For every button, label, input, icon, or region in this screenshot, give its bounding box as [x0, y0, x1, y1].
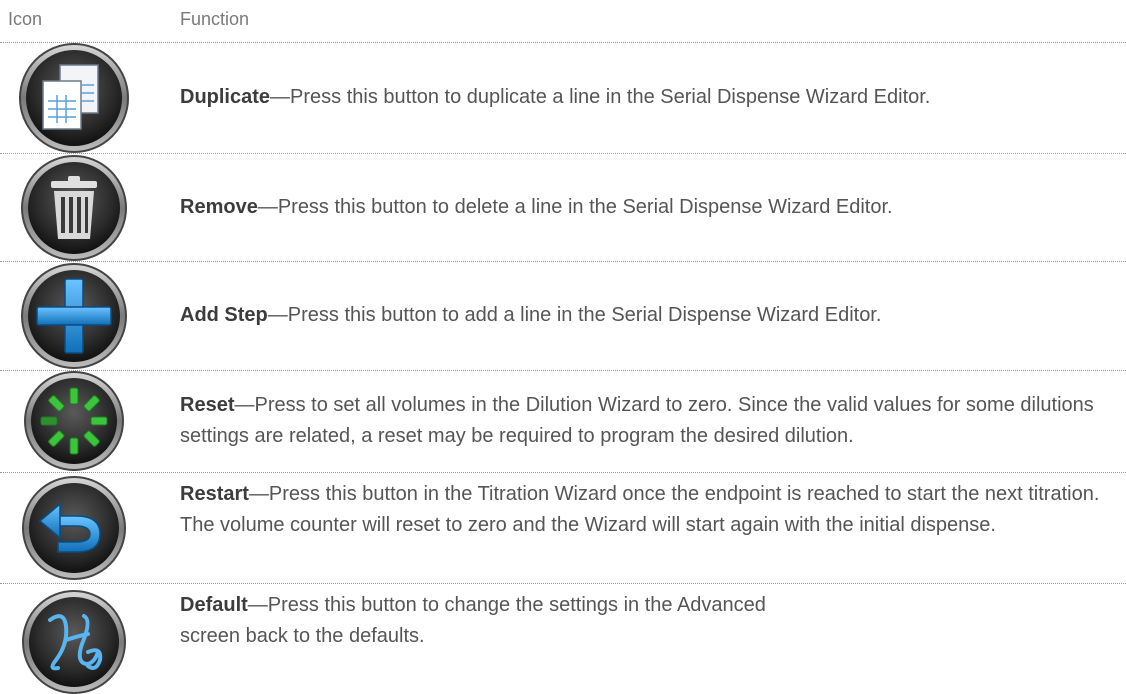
row-title: Duplicate	[180, 86, 271, 108]
row-description: Restart—Press this button in the Titrati…	[180, 479, 1116, 541]
table-row-default: Default—Press this button to change the …	[0, 584, 1126, 694]
row-separator: —	[257, 196, 278, 218]
row-text: Press this button to delete a line in th…	[277, 196, 893, 218]
row-title: Add Step	[180, 304, 268, 326]
reset-icon[interactable]	[18, 371, 130, 471]
row-separator: —	[234, 394, 255, 416]
row-separator: —	[270, 86, 291, 108]
row-description: Reset—Press to set all volumes in the Di…	[180, 390, 1116, 452]
row-separator: —	[247, 594, 268, 616]
row-title: Default	[180, 594, 248, 616]
icon-cell	[18, 262, 130, 370]
row-text: Press to set all volumes in the Dilution…	[180, 394, 1094, 447]
row-title: Reset	[180, 394, 235, 416]
row-text: Press this button to duplicate a line in…	[290, 86, 931, 108]
icon-cell	[18, 584, 130, 694]
table-row-add-step: Add Step—Press this button to add a line…	[0, 262, 1126, 371]
row-description: Add Step—Press this button to add a line…	[180, 300, 1116, 331]
icon-cell	[18, 43, 130, 153]
icon-cell	[18, 473, 130, 583]
table-header: Icon Function	[0, 0, 1126, 43]
row-separator: —	[248, 483, 269, 505]
row-separator: —	[267, 304, 288, 326]
row-description: Default—Press this button to change the …	[180, 590, 826, 652]
duplicate-icon[interactable]	[18, 43, 130, 153]
row-text: Press this button in the Titration Wizar…	[180, 483, 1100, 536]
table-row-duplicate: Duplicate—Press this button to duplicate…	[0, 43, 1126, 154]
row-title: Remove	[180, 196, 258, 218]
row-description: Remove—Press this button to delete a lin…	[180, 192, 1116, 223]
restart-arrow-icon[interactable]	[18, 476, 130, 580]
row-description: Duplicate—Press this button to duplicate…	[180, 82, 1116, 113]
row-title: Restart	[180, 483, 249, 505]
function-column-header: Function	[180, 9, 250, 29]
table-row-reset: Reset—Press to set all volumes in the Di…	[0, 371, 1126, 473]
default-script-icon[interactable]	[18, 590, 130, 694]
table-row-remove: Remove—Press this button to delete a lin…	[0, 154, 1126, 262]
row-text: Press this button to change the settings…	[180, 594, 766, 647]
row-text: Press this button to add a line in the S…	[287, 304, 882, 326]
trash-icon[interactable]	[18, 155, 130, 261]
icon-column-header: Icon	[8, 9, 43, 29]
icon-cell	[18, 154, 130, 261]
icon-cell	[18, 371, 130, 472]
plus-icon[interactable]	[18, 263, 130, 369]
table-row-restart: Restart—Press this button in the Titrati…	[0, 473, 1126, 584]
